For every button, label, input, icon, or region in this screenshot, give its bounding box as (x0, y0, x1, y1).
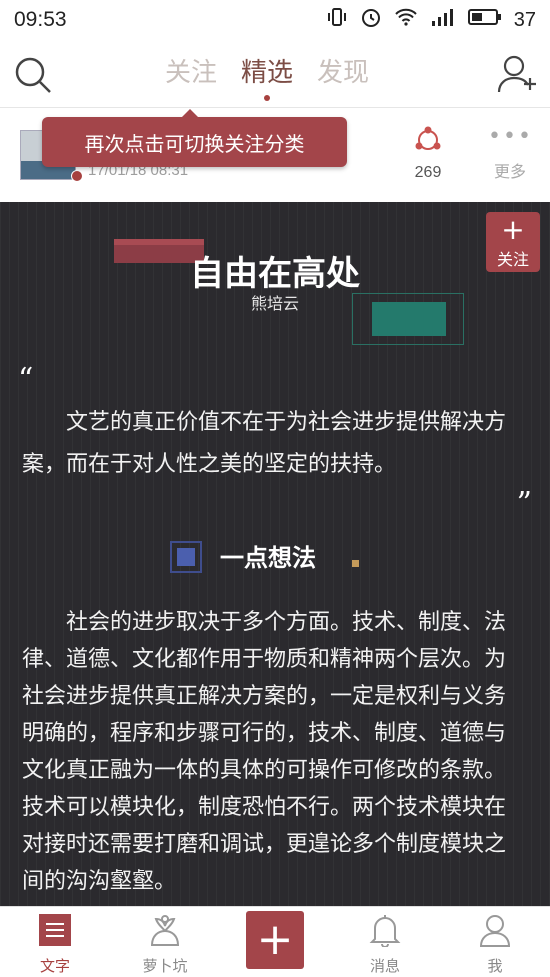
bell-icon (369, 915, 401, 951)
more-label: 更多 (493, 162, 526, 181)
alarm-icon (360, 6, 382, 34)
article-title: 自由在高处 (190, 254, 360, 294)
radish-icon (147, 915, 183, 951)
create-post-button[interactable]: + (246, 911, 304, 969)
follow-label: 关注 (496, 250, 529, 269)
status-bar: 09:53 37 (0, 0, 550, 40)
close-quote-mark: ” (516, 486, 532, 521)
document-icon (38, 914, 72, 951)
feed-tabs: 关注 精选 发现 (165, 52, 369, 101)
bottom-tab-me-label: 我 (487, 957, 503, 975)
bottom-tab-radish[interactable]: 萝卜坑 (130, 913, 200, 976)
article-content[interactable]: 自由在高处 熊培云 + 关注 “ 文艺的真正价值不在于为社会进步提供解决方案，而… (0, 202, 550, 906)
bottom-tab-radish-label: 萝卜坑 (142, 957, 188, 975)
bottom-tab-text-label: 文字 (39, 957, 70, 975)
more-button[interactable]: ••• 更多 (488, 124, 533, 182)
unread-dot (71, 170, 83, 182)
bottom-tab-messages-label: 消息 (369, 957, 400, 975)
bottom-tab-messages[interactable]: 消息 (350, 913, 420, 976)
open-quote-mark: “ (18, 362, 34, 397)
share-button[interactable]: 269 (408, 126, 448, 182)
active-tab-indicator (264, 95, 271, 101)
bottom-tab-me[interactable]: 我 (460, 913, 530, 976)
more-dots-icon: ••• (488, 124, 533, 149)
search-icon[interactable] (12, 54, 54, 96)
tab-featured[interactable]: 精选 (241, 52, 293, 101)
switch-category-tooltip[interactable]: 再次点击可切换关注分类 (42, 109, 347, 167)
tab-discover[interactable]: 发现 (317, 52, 369, 89)
battery-icon (467, 7, 502, 33)
article-body: 社会的进步取决于多个方面。技术、制度、法律、道德、文化都作用于物质和精神两个层次… (22, 610, 507, 894)
wifi-icon (394, 7, 418, 33)
section-decor-dot (352, 560, 359, 567)
follow-plus-icon: + (501, 213, 525, 246)
share-icon (413, 126, 443, 158)
decor-red-stripe (114, 239, 204, 245)
status-icons: 37 (326, 6, 536, 34)
vibrate-icon (326, 7, 348, 33)
signal-icon (430, 7, 456, 33)
person-icon (478, 915, 512, 951)
bottom-nav: 文字 萝卜坑 + 消息 我 (0, 906, 550, 977)
bottom-tab-text[interactable]: 文字 (20, 913, 90, 976)
battery-percent: 37 (513, 8, 536, 31)
add-user-icon[interactable] (496, 52, 538, 96)
section-square-icon (170, 541, 202, 573)
share-count: 269 (414, 164, 442, 181)
status-time: 09:53 (14, 8, 67, 31)
follow-button[interactable]: + 关注 (486, 212, 540, 272)
article-author: 熊培云 (250, 294, 299, 313)
section-heading: 一点想法 (220, 544, 316, 572)
article-quote: 文艺的真正价值不在于为社会进步提供解决方案，而在于对人性之美的坚定的扶持。 (22, 410, 507, 477)
tab-follow[interactable]: 关注 (165, 52, 217, 89)
app-root: 09:53 37 关注 精选 发现 17/01/18 08:31 再次点击可切换… (0, 0, 550, 977)
top-nav: 关注 精选 发现 (0, 40, 550, 108)
